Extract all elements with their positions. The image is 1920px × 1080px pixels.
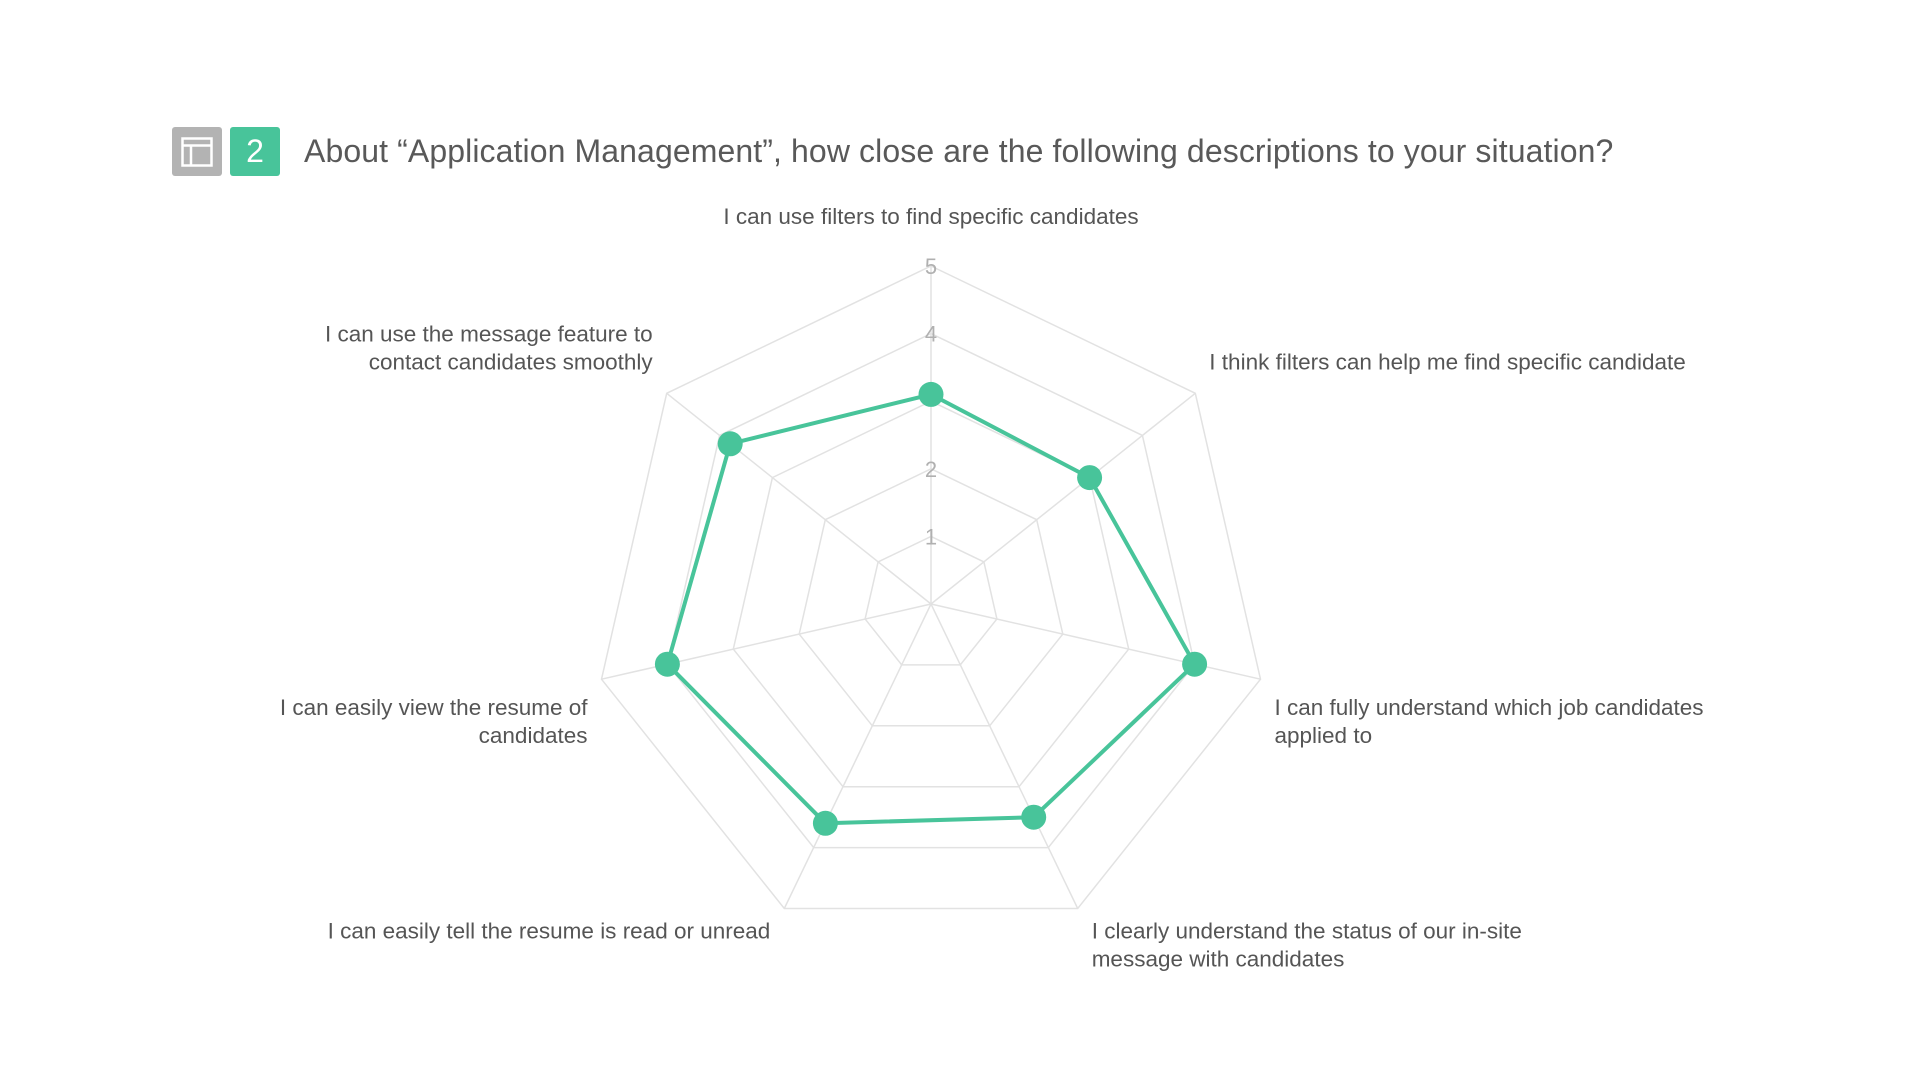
tick-label-4: 4 bbox=[925, 322, 937, 347]
axis-label-7-line-2: contact candidates smoothly bbox=[369, 349, 654, 374]
radar-spokes bbox=[601, 266, 1261, 909]
tick-label-1: 1 bbox=[925, 524, 937, 549]
data-point-7[interactable] bbox=[717, 431, 743, 457]
data-point-1[interactable] bbox=[918, 381, 944, 407]
axis-spoke-3 bbox=[930, 603, 1261, 680]
axis-label-4-line-1: I clearly understand the status of our i… bbox=[1092, 919, 1522, 944]
data-point-3[interactable] bbox=[1182, 651, 1208, 677]
radar-axis-labels: I can use filters to find specific candi… bbox=[280, 204, 1704, 972]
axis-label-1: I can use filters to find specific candi… bbox=[723, 204, 1138, 229]
axis-spoke-2 bbox=[930, 392, 1196, 605]
axis-spoke-6 bbox=[601, 603, 932, 680]
axis-label-1-line-1: I can use filters to find specific candi… bbox=[723, 204, 1138, 229]
tick-label-5: 5 bbox=[925, 254, 937, 279]
axis-label-2: I think filters can help me find specifi… bbox=[1209, 349, 1686, 374]
axis-label-6: I can easily view the resume of candidate… bbox=[280, 695, 588, 748]
axis-label-7: I can use the message feature to contact … bbox=[325, 321, 653, 374]
axis-label-6-line-1: I can easily view the resume of bbox=[280, 695, 588, 720]
data-point-2[interactable] bbox=[1077, 465, 1103, 491]
axis-label-5: I can easily tell the resume is read or … bbox=[328, 919, 771, 944]
axis-label-4: I clearly understand the status of our i… bbox=[1092, 919, 1522, 972]
axis-label-3-line-1: I can fully understand which job candida… bbox=[1275, 695, 1704, 720]
axis-label-4-line-2: message with candidates bbox=[1092, 947, 1345, 972]
axis-label-5-line-1: I can easily tell the resume is read or … bbox=[328, 919, 771, 944]
data-point-5[interactable] bbox=[812, 810, 838, 836]
tick-label-2: 2 bbox=[925, 457, 937, 482]
axis-label-6-line-2: candidates bbox=[479, 723, 588, 748]
axis-spoke-5 bbox=[783, 603, 932, 909]
axis-label-2-line-1: I think filters can help me find specifi… bbox=[1209, 349, 1686, 374]
axis-label-7-line-1: I can use the message feature to bbox=[325, 321, 653, 346]
axis-spoke-4 bbox=[930, 603, 1079, 909]
data-point-4[interactable] bbox=[1021, 804, 1047, 830]
axis-label-3: I can fully understand which job candida… bbox=[1275, 695, 1704, 748]
data-point-6[interactable] bbox=[654, 651, 680, 677]
axis-label-3-line-2: applied to bbox=[1275, 723, 1373, 748]
radar-chart: 1 2 4 5 I can use filters to find specific … bbox=[280, 204, 1704, 972]
